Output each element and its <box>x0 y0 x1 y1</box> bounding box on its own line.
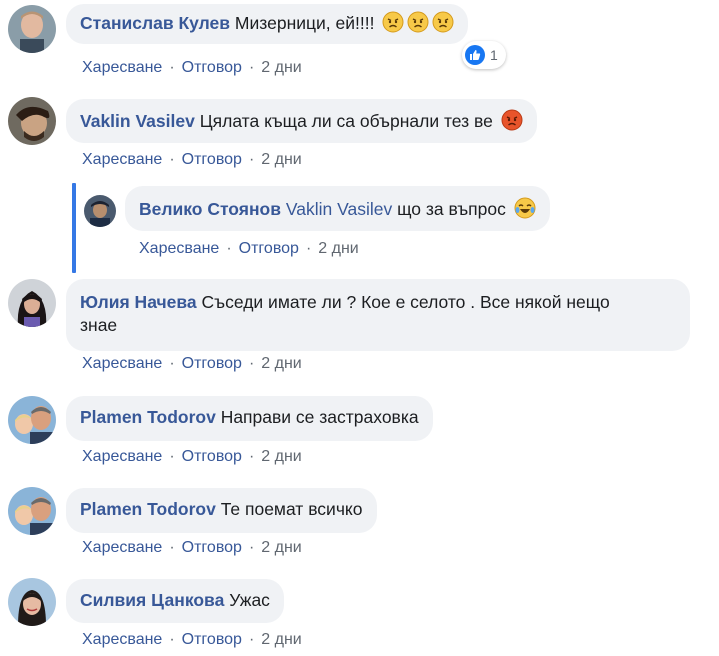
separator: · <box>226 240 232 257</box>
comment-timestamp[interactable]: 2 дни <box>261 59 301 76</box>
separator: · <box>248 151 255 168</box>
avatar[interactable] <box>8 279 56 327</box>
comment-author[interactable]: Велико Стоянов <box>139 199 281 219</box>
comment-bubble: Станислав Кулев Мизерници, ей!!!! <box>66 4 469 44</box>
comment-author[interactable]: Станислав Кулев <box>80 13 230 33</box>
comment-text: Мизерници, ей!!!! <box>234 13 375 33</box>
like-link[interactable]: Харесване <box>82 631 162 648</box>
avatar[interactable] <box>8 396 56 444</box>
separator: · <box>248 539 255 556</box>
comment-author[interactable]: Plamen Todorov <box>80 499 216 519</box>
like-link[interactable]: Харесване <box>82 448 162 465</box>
separator: · <box>169 539 175 556</box>
avatar[interactable] <box>8 5 56 53</box>
avatar[interactable] <box>8 578 56 626</box>
comment-text: Съседи имате ли ? Кое е селото . Все няк… <box>201 292 610 312</box>
separator: · <box>305 240 312 257</box>
reply-link[interactable]: Отговор <box>182 59 242 76</box>
comment-timestamp[interactable]: 2 дни <box>261 151 301 168</box>
like-link[interactable]: Харесване <box>82 539 162 556</box>
reply-thread-line <box>72 183 76 273</box>
separator: · <box>169 631 175 648</box>
reply-link[interactable]: Отговор <box>239 240 299 257</box>
comment-text: Направи се застраховка <box>220 407 419 427</box>
comment-actions: Харесване · Отговор · 2 дни <box>82 354 302 374</box>
reaction-count-badge[interactable]: 1 <box>462 41 506 69</box>
separator: · <box>248 59 255 76</box>
comment-text: що за въпрос <box>397 199 506 219</box>
comment-text-continued: знае <box>80 315 118 335</box>
comment-bubble: Велико Стоянов Vaklin Vasilev що за въпр… <box>125 186 550 231</box>
comment-bubble: Силвия Цанкова Ужас <box>66 579 284 623</box>
comment-actions: Харесване · Отговор · 2 дни <box>82 538 302 558</box>
like-link[interactable]: Харесване <box>82 151 162 168</box>
separator: · <box>169 355 175 372</box>
comment-author[interactable]: Plamen Todorov <box>80 407 216 427</box>
reply-link[interactable]: Отговор <box>182 151 242 168</box>
comment-timestamp[interactable]: 2 дни <box>261 631 301 648</box>
comment-author[interactable]: Силвия Цанкова <box>80 590 224 610</box>
like-link[interactable]: Харесване <box>139 240 219 257</box>
comment-timestamp[interactable]: 2 дни <box>318 240 358 257</box>
comment-text: Те поемат всичко <box>220 499 363 519</box>
comment-bubble: Plamen Todorov Те поемат всичко <box>66 488 377 533</box>
angry-face-icon <box>407 11 429 39</box>
avatar[interactable] <box>8 487 56 535</box>
comment-author[interactable]: Юлия Начева <box>80 292 197 312</box>
like-link[interactable]: Харесване <box>82 355 162 372</box>
separator: · <box>169 448 175 465</box>
reply-link[interactable]: Отговор <box>182 539 242 556</box>
comment-timestamp[interactable]: 2 дни <box>261 355 301 372</box>
comment-timestamp[interactable]: 2 дни <box>261 448 301 465</box>
like-link[interactable]: Харесване <box>82 59 162 76</box>
comment-bubble: Vaklin Vasilev Цялата къща ли са обърнал… <box>66 99 537 143</box>
comment-actions: Харесване · Отговор · 2 дни <box>139 239 359 259</box>
comment-text: Ужас <box>229 590 270 610</box>
tears-of-joy-icon <box>514 197 536 225</box>
avatar[interactable] <box>8 97 56 145</box>
mention-link[interactable]: Vaklin Vasilev <box>286 199 392 219</box>
reaction-count: 1 <box>490 47 498 63</box>
avatar[interactable] <box>84 195 116 227</box>
pouting-face-icon <box>501 109 523 137</box>
angry-face-icon <box>382 11 404 39</box>
comment-bubble: Plamen Todorov Направи се застраховка <box>66 396 433 441</box>
separator: · <box>248 631 255 648</box>
reply-link[interactable]: Отговор <box>182 355 242 372</box>
comment-author[interactable]: Vaklin Vasilev <box>80 111 195 131</box>
comment-text: Цялата къща ли са обърнали тез ве <box>199 111 493 131</box>
angry-face-icon <box>432 11 454 39</box>
comment-bubble: Юлия Начева Съседи имате ли ? Кое е село… <box>66 279 690 351</box>
separator: · <box>169 151 175 168</box>
separator: · <box>169 59 175 76</box>
reply-link[interactable]: Отговор <box>182 448 242 465</box>
like-reaction-icon <box>465 45 485 65</box>
separator: · <box>248 448 255 465</box>
comment-actions: Харесване · Отговор · 2 дни <box>82 150 302 170</box>
comment-timestamp[interactable]: 2 дни <box>261 539 301 556</box>
separator: · <box>248 355 255 372</box>
comment-actions: Харесване · Отговор · 2 дни <box>82 630 302 650</box>
reply-link[interactable]: Отговор <box>182 631 242 648</box>
comment-actions: Харесване · Отговор · 2 дни <box>82 447 302 467</box>
comment-actions: Харесване · Отговор · 2 дни <box>82 58 302 78</box>
